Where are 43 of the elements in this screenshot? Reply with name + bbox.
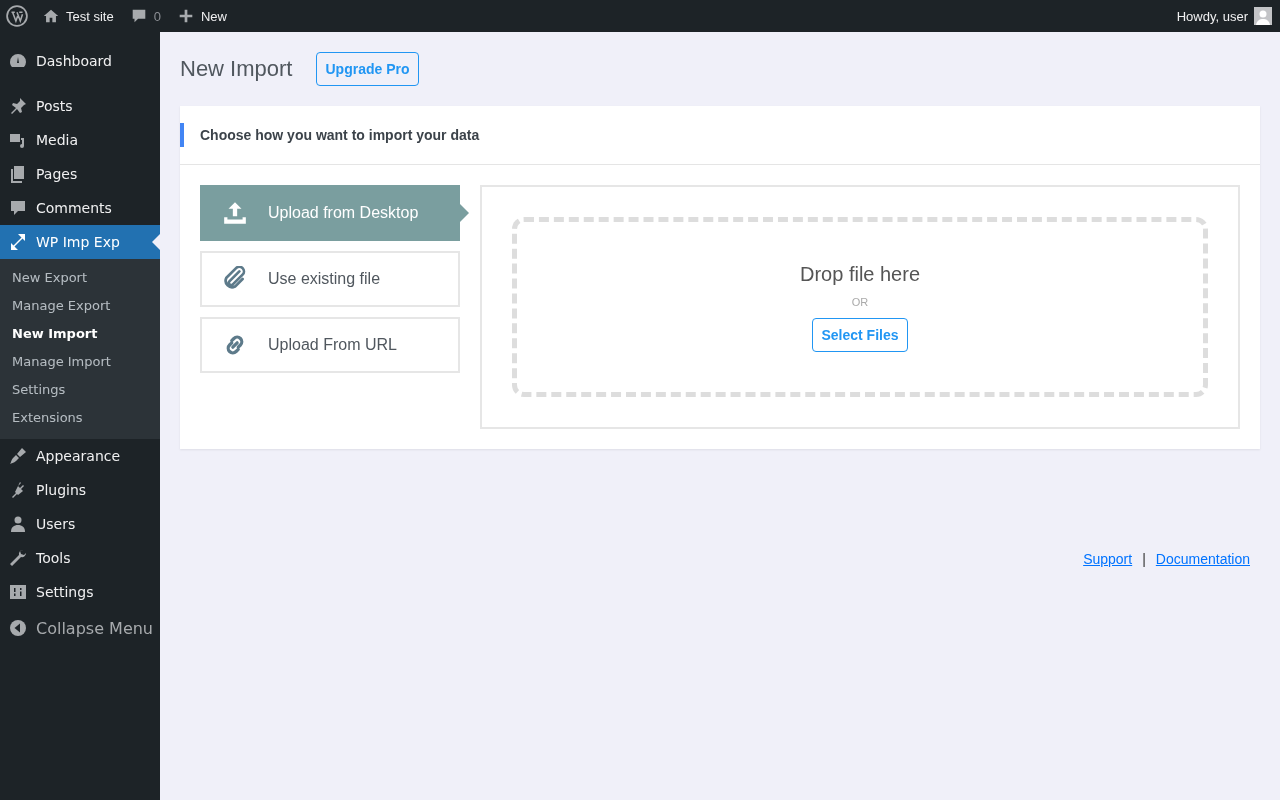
menu-item[interactable]: Tools <box>0 541 160 575</box>
submenu-item[interactable]: New Import <box>0 320 160 348</box>
menu-item[interactable]: Media <box>0 123 160 157</box>
brush-icon <box>8 446 28 466</box>
drop-title: Drop file here <box>799 262 921 286</box>
user-icon <box>8 514 28 534</box>
sliders-icon <box>8 582 28 602</box>
menu-item[interactable]: Settings <box>0 575 160 609</box>
menu-item[interactable]: Users <box>0 507 160 541</box>
menu-item[interactable]: WP Imp Exp <box>0 225 160 259</box>
submenu-item[interactable]: Extensions <box>0 404 160 432</box>
footer-link[interactable]: Documentation <box>1155 551 1250 567</box>
home-icon[interactable] <box>42 7 60 25</box>
submenu-item[interactable]: Settings <box>0 376 160 404</box>
arrows-icon <box>8 232 28 252</box>
new-link[interactable]: New <box>200 8 227 24</box>
menu-item[interactable]: Pages <box>0 157 160 191</box>
submenu-item[interactable]: Manage Import <box>0 348 160 376</box>
collapse-icon <box>8 618 28 638</box>
menu-item[interactable]: Appearance <box>0 439 160 473</box>
wordpress-logo-icon[interactable] <box>6 5 28 27</box>
or-separator: OR <box>851 295 869 308</box>
comments-count: 0 <box>153 8 161 24</box>
site-name-link[interactable]: Test site <box>66 8 114 24</box>
submenu-item[interactable]: New Export <box>0 264 160 292</box>
paperclip-icon <box>222 266 248 292</box>
collapse-menu-button[interactable]: Collapse Menu <box>0 611 160 645</box>
menu-item[interactable]: Posts <box>0 89 160 123</box>
upload-icon <box>222 200 248 226</box>
submenu-item[interactable]: Manage Export <box>0 292 160 320</box>
menu-item[interactable]: Plugins <box>0 473 160 507</box>
greeting-link[interactable]: Howdy, user <box>1176 8 1248 24</box>
page-title: New Import <box>180 56 293 82</box>
menu-item[interactable]: Dashboard <box>0 44 160 78</box>
link-separator: | <box>1142 551 1146 567</box>
file-drop-zone[interactable]: Drop file here OR Select Files <box>512 217 1208 397</box>
menu-item[interactable]: Comments <box>0 191 160 225</box>
selection-pointer-icon <box>460 204 469 222</box>
card-heading: Choose how you want to import your data <box>200 127 480 143</box>
footer-link[interactable]: Support <box>1083 551 1133 567</box>
comment-icon <box>8 198 28 218</box>
import-method-tab[interactable]: Upload From URL <box>200 317 460 373</box>
import-method-tab[interactable]: Use existing file <box>200 251 460 307</box>
